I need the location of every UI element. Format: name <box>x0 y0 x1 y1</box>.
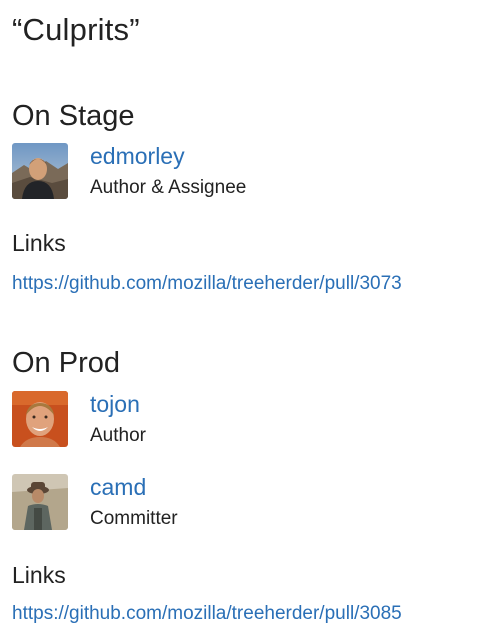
user-link-camd[interactable]: camd <box>90 472 146 502</box>
pull-request-link-3073[interactable]: https://github.com/mozilla/treeherder/pu… <box>12 272 402 296</box>
person-entry-edmorley: edmorley Author & Assignee <box>12 143 472 201</box>
pull-request-link-3085[interactable]: https://github.com/mozilla/treeherder/pu… <box>12 602 402 626</box>
user-role: Author <box>90 425 146 446</box>
avatar-photo-tojon <box>12 391 68 447</box>
section-heading-on-prod: On Prod <box>12 347 120 379</box>
person-entry-camd: camd Committer <box>12 474 472 532</box>
avatar[interactable] <box>12 474 68 530</box>
section-heading-on-stage: On Stage <box>12 100 135 132</box>
avatar-photo-edmorley <box>12 143 68 199</box>
links-heading: Links <box>12 562 66 588</box>
avatar[interactable] <box>12 143 68 199</box>
links-heading: Links <box>12 230 66 256</box>
person-entry-tojon: tojon Author <box>12 391 472 449</box>
user-role: Committer <box>90 508 178 529</box>
avatar[interactable] <box>12 391 68 447</box>
avatar-photo-camd <box>12 474 68 530</box>
page-title: “Culprits” <box>12 12 140 47</box>
user-link-edmorley[interactable]: edmorley <box>90 141 185 171</box>
user-link-tojon[interactable]: tojon <box>90 389 140 419</box>
user-role: Author & Assignee <box>90 177 247 198</box>
